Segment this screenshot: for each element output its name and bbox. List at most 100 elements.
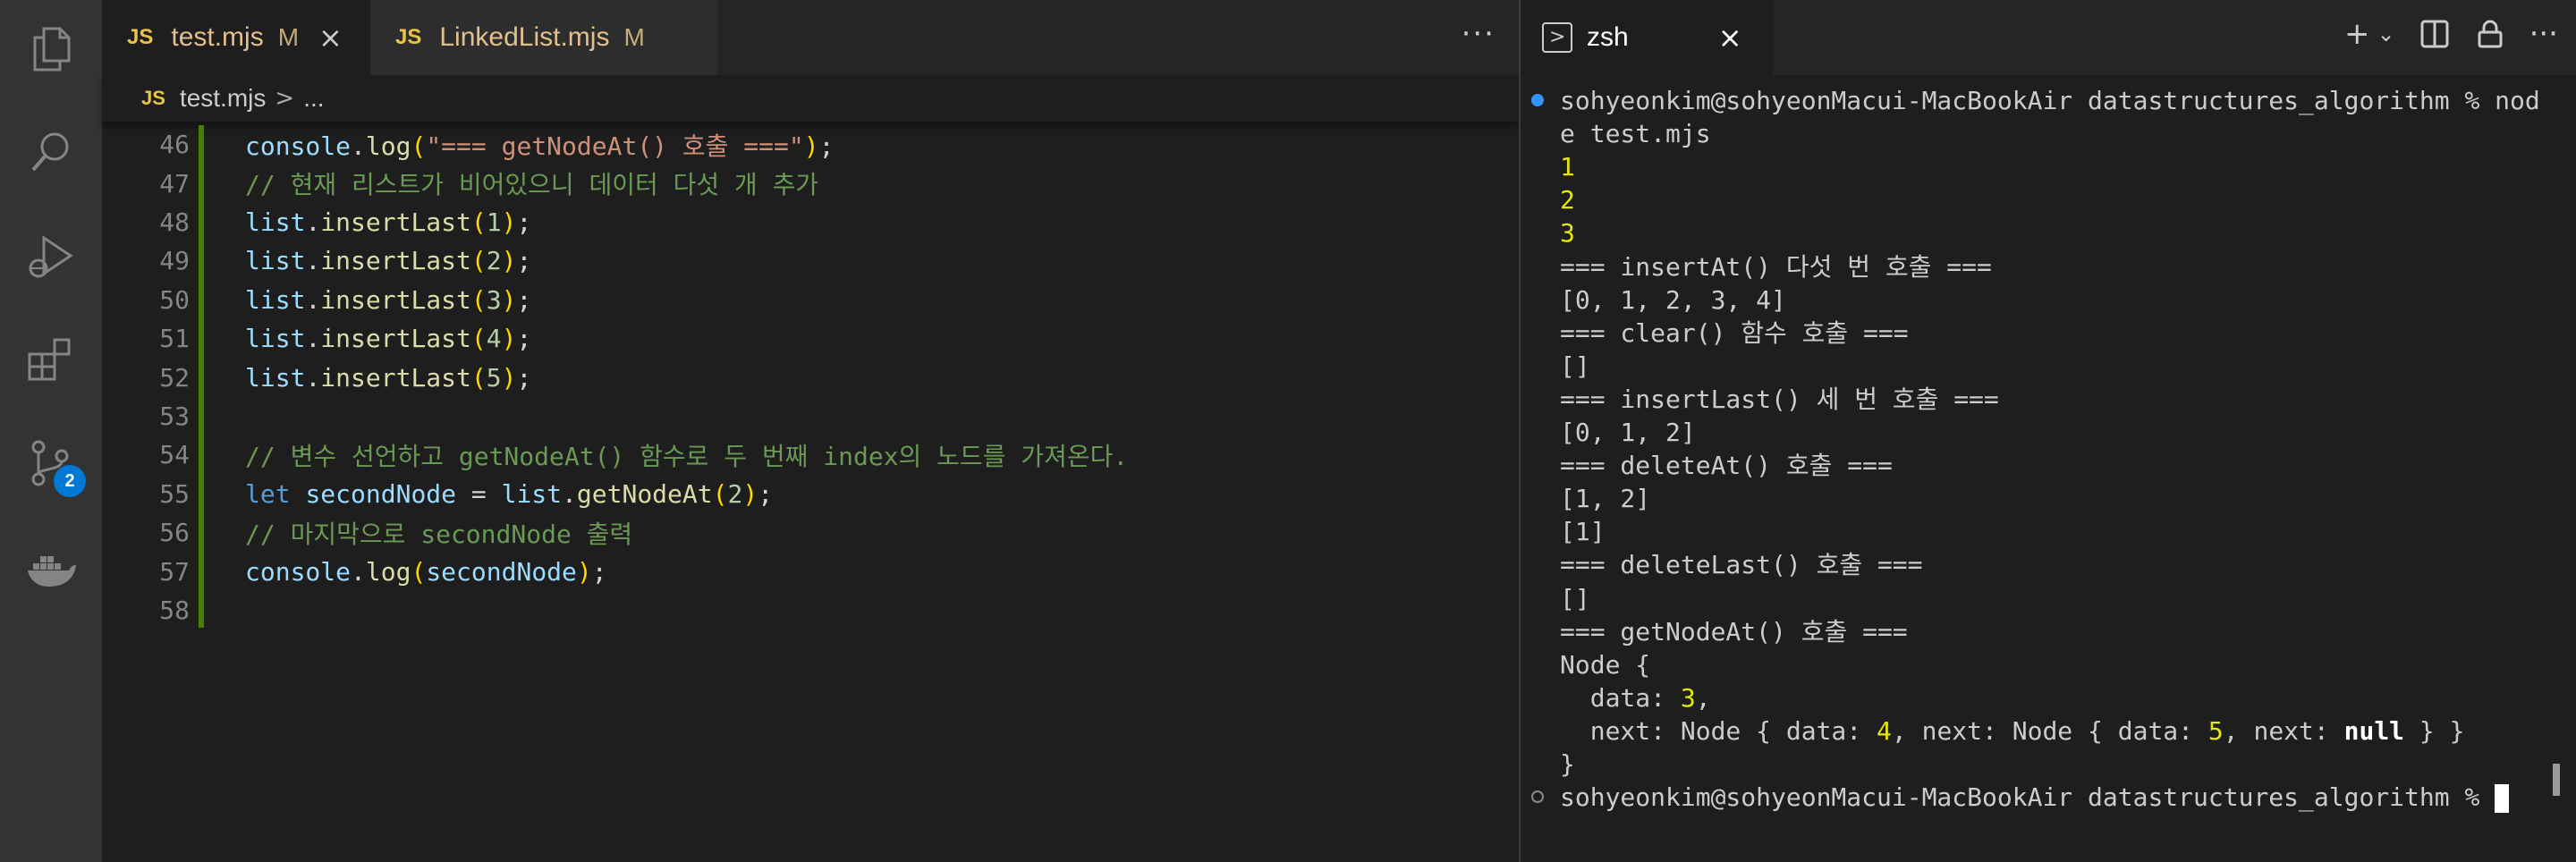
terminal-tab-label: zsh bbox=[1587, 22, 1629, 52]
code-line[interactable]: 58 bbox=[102, 591, 1497, 630]
terminal-text: === deleteLast() 호출 === bbox=[1560, 550, 1923, 580]
code-token: ) bbox=[742, 478, 758, 509]
terminal-cursor bbox=[2495, 784, 2510, 814]
code-line[interactable]: 51 list.insertLast(4); bbox=[102, 319, 1497, 358]
terminal-line: sohyeonkim@sohyeonMacui-MacBookAir datas… bbox=[1560, 84, 2540, 117]
terminal-text: 4 bbox=[1877, 715, 1892, 746]
code-token: list bbox=[245, 246, 306, 276]
line-number: 54 bbox=[159, 440, 190, 470]
tab-test-mjs[interactable]: JS test.mjs M × bbox=[102, 0, 370, 75]
code-text: list.insertLast(1); bbox=[245, 207, 531, 237]
tab-zsh[interactable]: > zsh × bbox=[1521, 0, 1773, 75]
tab-linkedlist-mjs[interactable]: JS LinkedList.mjs M bbox=[370, 0, 717, 75]
line-number: 57 bbox=[159, 556, 190, 587]
code-token: . bbox=[305, 284, 321, 315]
terminal-line: } bbox=[1560, 748, 1575, 781]
code-token: . bbox=[351, 556, 366, 587]
code-token: insertLast bbox=[320, 207, 471, 237]
code-token: 5 bbox=[486, 362, 502, 393]
code-token: ) bbox=[501, 284, 517, 315]
code-text: console.log("=== getNodeAt() 호출 ==="); bbox=[245, 127, 834, 163]
code-token: ; bbox=[516, 284, 532, 315]
code-token: ( bbox=[470, 324, 487, 354]
terminal-line: 2 bbox=[1560, 183, 1575, 216]
terminal-icon: > bbox=[1542, 22, 1572, 53]
code-token: list bbox=[245, 324, 306, 354]
terminal-line: === insertLast() 세 번 호출 === bbox=[1560, 383, 1999, 416]
terminal-text: sohyeonkim@sohyeonMacui-MacBookAir datas… bbox=[1560, 86, 2540, 115]
breadcrumb: JS test.mjs > ... bbox=[102, 75, 1519, 122]
code-token: ( bbox=[712, 478, 728, 509]
split-icon[interactable] bbox=[2419, 18, 2451, 50]
more-actions-icon[interactable]: ··· bbox=[2529, 16, 2558, 52]
search-icon[interactable] bbox=[24, 125, 78, 179]
code-token: = bbox=[456, 478, 502, 509]
code-text: list.insertLast(3); bbox=[245, 285, 531, 315]
code-token: ; bbox=[758, 478, 774, 509]
code-token: log bbox=[365, 131, 411, 161]
code-line[interactable]: 48 list.insertLast(1); bbox=[102, 203, 1497, 241]
code-line[interactable]: 55 let secondNode = list.getNodeAt(2); bbox=[102, 475, 1497, 513]
breadcrumb-symbol[interactable]: ... bbox=[303, 84, 324, 113]
code-token: getNodeAt bbox=[576, 478, 713, 509]
terminal-text: next: Node { data: bbox=[1560, 715, 1877, 746]
code-token: . bbox=[562, 478, 577, 509]
more-actions-icon[interactable]: ··· bbox=[1462, 16, 1496, 52]
code-token: ( bbox=[470, 362, 487, 393]
code-token: . bbox=[305, 207, 321, 237]
lock-icon[interactable] bbox=[2474, 18, 2506, 50]
code-token: "=== getNodeAt() 호출 ===" bbox=[426, 131, 804, 161]
code-line[interactable]: 56 // 마지막으로 secondNode 출력 bbox=[102, 513, 1497, 552]
command-pending-dot[interactable] bbox=[1531, 790, 1544, 804]
code-line[interactable]: 57 console.log(secondNode); bbox=[102, 552, 1497, 590]
terminal-pane: > zsh × + ⌄ ··· sohyeonkim@sohyeonMacui-… bbox=[1521, 0, 2576, 862]
code-token: ; bbox=[818, 131, 835, 161]
terminal-scrollbar[interactable] bbox=[2553, 764, 2560, 796]
run-debug-icon[interactable] bbox=[24, 229, 78, 283]
terminal-line: === clear() 함수 호출 === bbox=[1560, 317, 1909, 350]
code-token: 4 bbox=[486, 324, 502, 354]
add-terminal-icon[interactable]: + bbox=[2344, 16, 2370, 52]
line-number: 53 bbox=[159, 401, 190, 431]
code-token: insertLast bbox=[320, 324, 471, 354]
code-token: . bbox=[351, 131, 366, 161]
code-line[interactable]: 50 list.insertLast(3); bbox=[102, 281, 1497, 319]
code-token: list bbox=[501, 478, 563, 509]
js-file-icon: JS bbox=[141, 87, 165, 109]
code-token: 2 bbox=[727, 478, 743, 509]
docker-icon[interactable] bbox=[24, 542, 78, 596]
explorer-icon[interactable] bbox=[24, 21, 78, 75]
code-line[interactable]: 52 list.insertLast(5); bbox=[102, 358, 1497, 396]
terminal-text: === insertAt() 다섯 번 호출 === bbox=[1560, 251, 1992, 282]
terminal-actions: + ⌄ ··· bbox=[2344, 16, 2558, 52]
close-icon[interactable]: × bbox=[1718, 21, 1742, 55]
terminal-line: === getNodeAt() 호출 === bbox=[1560, 615, 1908, 648]
line-number: 50 bbox=[159, 284, 190, 315]
code-line[interactable]: 49 list.insertLast(2); bbox=[102, 241, 1497, 280]
line-number: 51 bbox=[159, 324, 190, 354]
js-file-icon: JS bbox=[395, 25, 422, 49]
terminal-tabs: > zsh × + ⌄ ··· bbox=[1521, 0, 2576, 75]
terminal-line: next: Node { data: 4, next: Node { data:… bbox=[1560, 714, 2465, 748]
chevron-down-icon[interactable]: ⌄ bbox=[2377, 21, 2394, 46]
command-success-dot[interactable] bbox=[1531, 94, 1544, 106]
code-token: . bbox=[305, 362, 321, 393]
code-token: list bbox=[245, 362, 306, 393]
code-line[interactable]: 53 bbox=[102, 397, 1497, 435]
code-area[interactable]: 46 console.log("=== getNodeAt() 호출 ===");… bbox=[102, 125, 1497, 862]
code-token: ; bbox=[516, 246, 532, 276]
breadcrumb-file[interactable]: test.mjs bbox=[180, 84, 266, 113]
code-line[interactable]: 46 console.log("=== getNodeAt() 호출 ==="); bbox=[102, 125, 1497, 164]
line-number: 56 bbox=[159, 518, 190, 548]
code-line[interactable]: 47 // 현재 리스트가 비어있으니 데이터 다섯 개 추가 bbox=[102, 164, 1497, 202]
terminal-text: [1, 2] bbox=[1560, 484, 1651, 514]
editor-tabs: JS test.mjs M × JS LinkedList.mjs M ··· bbox=[102, 0, 1519, 75]
terminal-text: } bbox=[1560, 749, 1575, 779]
close-icon[interactable]: × bbox=[318, 21, 343, 55]
code-token: ) bbox=[501, 246, 517, 276]
extensions-icon[interactable] bbox=[24, 331, 78, 385]
code-token: ( bbox=[470, 246, 487, 276]
terminal-text: 1 bbox=[1560, 152, 1575, 182]
code-line[interactable]: 54 // 변수 선언하고 getNodeAt() 함수로 두 번째 index의… bbox=[102, 435, 1497, 474]
terminal-text: null bbox=[2343, 715, 2405, 746]
